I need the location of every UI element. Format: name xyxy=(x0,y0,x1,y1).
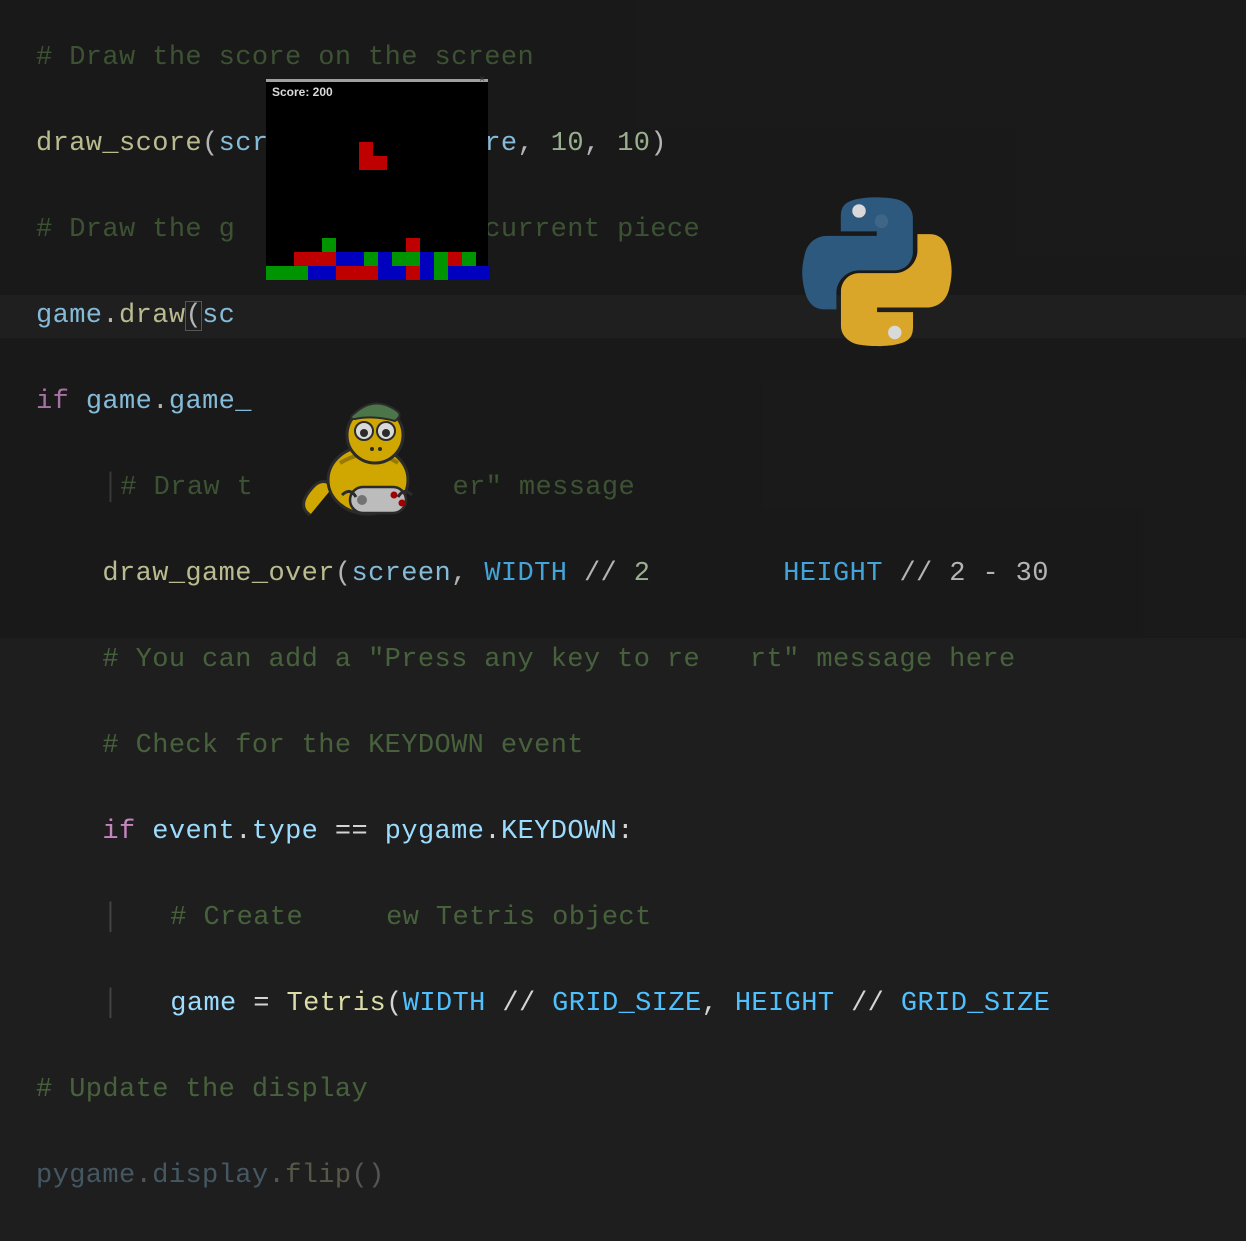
op-floordiv: // xyxy=(851,989,884,1019)
var-game: game xyxy=(170,989,236,1019)
pygame-mascot-icon xyxy=(290,395,450,535)
arg-screen-partial: sc xyxy=(202,301,235,331)
const-width: WIDTH xyxy=(403,989,486,1019)
const-grid-size: GRID_SIZE xyxy=(552,989,701,1019)
op-eq: == xyxy=(335,817,368,847)
op-floordiv: // xyxy=(584,559,617,589)
obj-game: game xyxy=(86,387,152,417)
comment: # Update the display xyxy=(36,1075,368,1105)
code-editor[interactable]: # Draw the score on the screen draw_scor… xyxy=(0,0,1246,1241)
prop-type: type xyxy=(252,817,318,847)
obj-pygame: pygame xyxy=(36,1161,136,1191)
num: 10 xyxy=(551,129,584,159)
obj-pygame: pygame xyxy=(385,817,485,847)
arg-screen: screen xyxy=(351,559,451,589)
game-score-label: Score: 200 xyxy=(272,85,333,99)
const-width: WIDTH xyxy=(484,559,567,589)
kw-if: if xyxy=(36,387,69,417)
fn-draw-score: draw_score xyxy=(36,129,202,159)
prop-display: display xyxy=(152,1161,268,1191)
game-titlebar xyxy=(266,79,488,82)
comment: # Check for the KEYDOWN event xyxy=(102,731,583,761)
method-draw: draw xyxy=(119,301,185,331)
prop-gameover-partial: game_ xyxy=(169,387,252,417)
python-logo-icon xyxy=(802,197,952,347)
const-keydown: KEYDOWN xyxy=(501,817,617,847)
op-floordiv: // xyxy=(502,989,535,1019)
method-flip: flip xyxy=(285,1161,351,1191)
const-grid-size: GRID_SIZE xyxy=(901,989,1050,1019)
ctor-tetris: Tetris xyxy=(286,989,386,1019)
tetris-game-window: Score: 200 xyxy=(266,79,488,280)
op-tail: // 2 - 30 xyxy=(899,559,1048,589)
comment: # Draw the score on the screen xyxy=(36,43,534,73)
obj-game: game xyxy=(36,301,102,331)
const-height: HEIGHT xyxy=(783,559,883,589)
obj-event: event xyxy=(152,817,235,847)
const-height: HEIGHT xyxy=(735,989,835,1019)
fn-draw-game-over: draw_game_over xyxy=(102,559,334,589)
kw-if: if xyxy=(102,817,135,847)
comment: # You can add a "Press any key to re rt"… xyxy=(102,645,1015,675)
comment: # Create ew Tetris object xyxy=(170,903,651,933)
num: 10 xyxy=(617,129,650,159)
num: 2 xyxy=(634,559,651,589)
